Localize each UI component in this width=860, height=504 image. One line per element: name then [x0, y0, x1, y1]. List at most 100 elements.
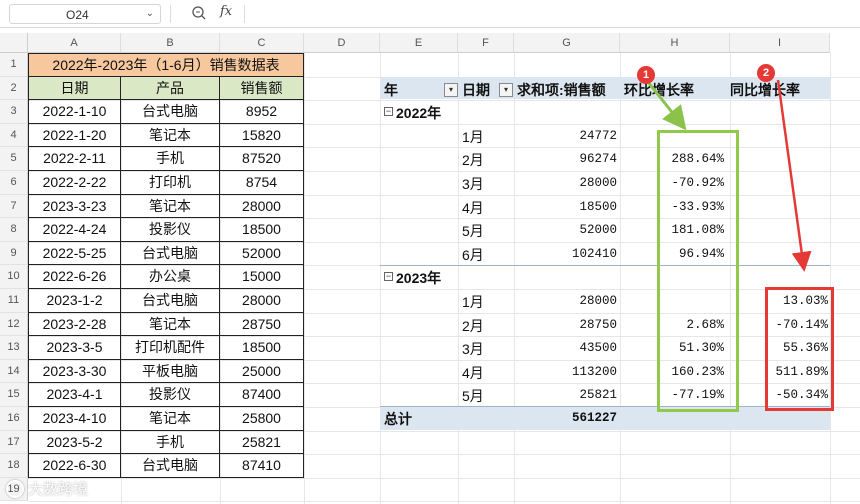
- table-cell[interactable]: 办公桌: [121, 265, 220, 289]
- pivot-month[interactable]: 3月: [462, 174, 484, 194]
- column-header-E[interactable]: E: [380, 33, 458, 53]
- table-cell[interactable]: 52000: [220, 241, 304, 266]
- table-cell[interactable]: 18500: [220, 218, 304, 242]
- table-cell[interactable]: 28750: [220, 312, 304, 337]
- table-cell[interactable]: 2023-2-28: [28, 312, 121, 337]
- table-cell[interactable]: 87520: [220, 147, 304, 171]
- table-cell[interactable]: 2023-3-5: [28, 336, 121, 360]
- column-header-B[interactable]: B: [121, 33, 220, 53]
- column-header-H[interactable]: H: [620, 33, 730, 53]
- table-cell[interactable]: 15820: [220, 123, 304, 148]
- pivot-month[interactable]: 5月: [462, 221, 484, 241]
- table-cell[interactable]: 台式电脑: [121, 100, 220, 124]
- table-cell[interactable]: 投影仪: [121, 383, 220, 407]
- table-cell[interactable]: 87410: [220, 454, 304, 478]
- pivot-month[interactable]: 2月: [462, 150, 484, 170]
- table-cell[interactable]: 2022-4-24: [28, 218, 121, 242]
- pivot-month[interactable]: 3月: [462, 339, 484, 359]
- table-cell[interactable]: 28000: [220, 194, 304, 219]
- chevron-down-icon[interactable]: ⌄: [146, 8, 154, 19]
- table-cell[interactable]: 台式电脑: [121, 241, 220, 266]
- pivot-sales-value[interactable]: 113200: [520, 365, 617, 379]
- table-cell[interactable]: 2022-1-20: [28, 123, 121, 148]
- pivot-sales-value[interactable]: 52000: [520, 223, 617, 237]
- table-title[interactable]: 2022年-2023年（1-6月）销售数据表: [28, 53, 304, 77]
- pivot-month[interactable]: 4月: [462, 198, 484, 218]
- pivot-year-label[interactable]: 2023年: [396, 268, 441, 288]
- table-cell[interactable]: 笔记本: [121, 194, 220, 219]
- pivot-sales-value[interactable]: 28000: [520, 294, 617, 308]
- row-header-18[interactable]: 18: [0, 454, 28, 478]
- row-header-2[interactable]: 2: [0, 76, 28, 101]
- table-cell[interactable]: 2023-4-10: [28, 407, 121, 431]
- row-header-9[interactable]: 9: [0, 241, 28, 266]
- table-cell[interactable]: 手机: [121, 430, 220, 455]
- column-header-F[interactable]: F: [458, 33, 514, 53]
- table-cell[interactable]: 2022-6-30: [28, 454, 121, 478]
- table-cell[interactable]: 打印机: [121, 171, 220, 195]
- pivot-month[interactable]: 4月: [462, 363, 484, 383]
- table-header-cell[interactable]: 日期: [28, 76, 121, 101]
- table-cell[interactable]: 8952: [220, 100, 304, 124]
- table-cell[interactable]: 2023-1-2: [28, 289, 121, 313]
- table-header-cell[interactable]: 产品: [121, 76, 220, 101]
- pivot-month[interactable]: 2月: [462, 316, 484, 336]
- select-all-corner[interactable]: [0, 33, 28, 53]
- table-cell[interactable]: 2023-3-30: [28, 359, 121, 384]
- row-header-4[interactable]: 4: [0, 123, 28, 148]
- pivot-header-mom[interactable]: 环比增长率: [624, 80, 694, 100]
- table-cell[interactable]: 投影仪: [121, 218, 220, 242]
- row-header-10[interactable]: 10: [0, 265, 28, 289]
- column-header-C[interactable]: C: [220, 33, 304, 53]
- column-header-A[interactable]: A: [28, 33, 121, 53]
- zoom-icon[interactable]: [191, 5, 207, 21]
- pivot-header-yoy[interactable]: 同比增长率: [730, 80, 800, 100]
- pivot-total-value[interactable]: 561227: [520, 411, 617, 425]
- table-cell[interactable]: 手机: [121, 147, 220, 171]
- pivot-month[interactable]: 1月: [462, 127, 484, 147]
- pivot-sales-value[interactable]: 28750: [520, 318, 617, 332]
- table-cell[interactable]: 2022-1-10: [28, 100, 121, 124]
- pivot-sales-value[interactable]: 96274: [520, 152, 617, 166]
- pivot-sales-value[interactable]: 28000: [520, 176, 617, 190]
- table-header-cell[interactable]: 销售额: [220, 76, 304, 101]
- table-cell[interactable]: 2022-2-11: [28, 147, 121, 171]
- pivot-sales-value[interactable]: 102410: [520, 247, 617, 261]
- pivot-sales-value[interactable]: 24772: [520, 129, 617, 143]
- table-cell[interactable]: 打印机配件: [121, 336, 220, 360]
- table-cell[interactable]: 8754: [220, 171, 304, 195]
- row-header-7[interactable]: 7: [0, 194, 28, 219]
- collapse-icon[interactable]: −: [384, 107, 393, 117]
- collapse-icon[interactable]: −: [384, 272, 393, 282]
- pivot-month[interactable]: 6月: [462, 245, 484, 265]
- table-cell[interactable]: 2023-5-2: [28, 430, 121, 455]
- row-header-3[interactable]: 3: [0, 100, 28, 124]
- row-header-1[interactable]: 1: [0, 53, 28, 77]
- row-header-6[interactable]: 6: [0, 171, 28, 195]
- pivot-sales-value[interactable]: 43500: [520, 341, 617, 355]
- pivot-month[interactable]: 1月: [462, 292, 484, 312]
- table-cell[interactable]: 笔记本: [121, 312, 220, 337]
- row-header-8[interactable]: 8: [0, 218, 28, 242]
- pivot-header-date[interactable]: 日期: [462, 80, 490, 100]
- table-cell[interactable]: 25000: [220, 359, 304, 384]
- table-cell[interactable]: 18500: [220, 336, 304, 360]
- table-cell[interactable]: 87400: [220, 383, 304, 407]
- table-cell[interactable]: 台式电脑: [121, 454, 220, 478]
- table-cell[interactable]: 2022-5-25: [28, 241, 121, 266]
- formula-input[interactable]: [250, 4, 850, 24]
- table-cell[interactable]: 笔记本: [121, 407, 220, 431]
- row-header-12[interactable]: 12: [0, 312, 28, 337]
- column-header-I[interactable]: I: [730, 33, 830, 53]
- row-header-16[interactable]: 16: [0, 407, 28, 431]
- fx-icon[interactable]: fx: [220, 4, 232, 19]
- pivot-sales-value[interactable]: 25821: [520, 388, 617, 402]
- table-cell[interactable]: 25800: [220, 407, 304, 431]
- table-cell[interactable]: 2023-3-23: [28, 194, 121, 219]
- name-box[interactable]: O24 ⌄: [9, 4, 161, 24]
- table-cell[interactable]: 笔记本: [121, 123, 220, 148]
- filter-dropdown-icon[interactable]: ▾: [444, 82, 458, 97]
- row-header-11[interactable]: 11: [0, 289, 28, 313]
- row-header-17[interactable]: 17: [0, 430, 28, 455]
- column-header-D[interactable]: D: [304, 33, 380, 53]
